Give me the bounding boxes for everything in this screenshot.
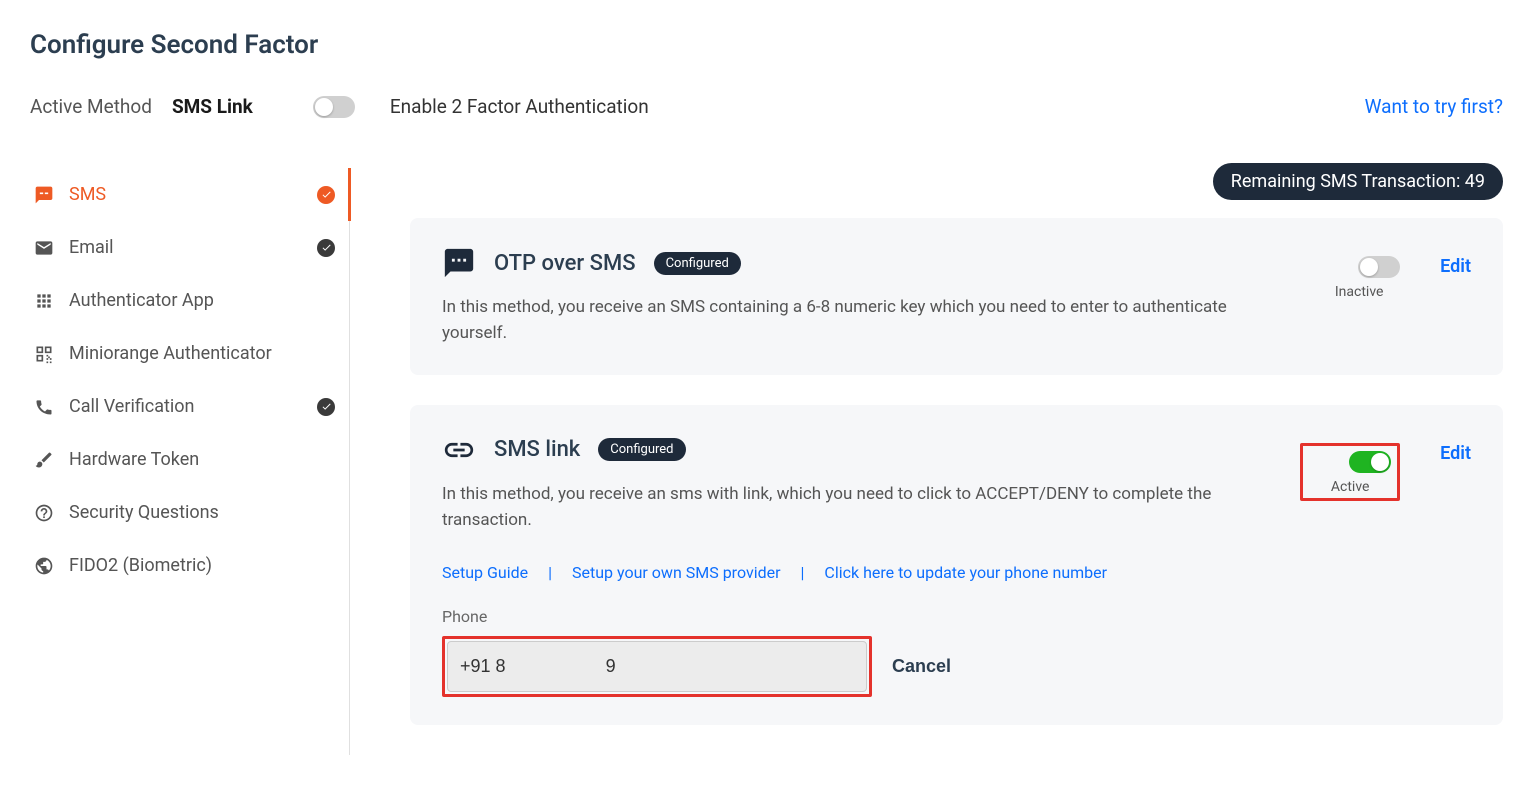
header-left: Active Method SMS Link Enable 2 Factor A… [30, 95, 649, 118]
sidebar-item-label: FIDO2 (Biometric) [69, 555, 335, 576]
configured-badge: Configured [598, 438, 685, 461]
check-badge-icon [317, 398, 335, 416]
remaining-sms-badge: Remaining SMS Transaction: 49 [1213, 163, 1503, 200]
phone-label: Phone [442, 607, 1471, 626]
sidebar-item-security-questions[interactable]: Security Questions [20, 486, 349, 539]
sms-icon [34, 185, 54, 205]
link-icon [442, 433, 476, 467]
otp-title: OTP over SMS [494, 251, 636, 276]
phone-input[interactable] [447, 641, 867, 692]
sidebar-item-label: Miniorange Authenticator [69, 343, 335, 364]
configured-badge: Configured [654, 252, 741, 275]
setup-guide-link[interactable]: Setup Guide [442, 563, 528, 582]
sidebar: SMS Email Authenticator App [20, 168, 350, 755]
check-badge-icon [317, 186, 335, 204]
sidebar-item-label: Authenticator App [69, 290, 335, 311]
page-title: Configure Second Factor [30, 30, 1503, 60]
otp-status-label: Inactive [1335, 284, 1384, 300]
otp-edit-link[interactable]: Edit [1440, 256, 1471, 277]
sms-link-card: SMS link Configured In this method, you … [410, 405, 1503, 726]
sidebar-item-label: Email [69, 237, 317, 258]
active-method-value: SMS Link [172, 95, 253, 118]
smslink-description: In this method, you receive an sms with … [442, 481, 1292, 534]
link-separator: | [801, 563, 805, 582]
enable-2fa-label: Enable 2 Factor Authentication [390, 95, 649, 118]
smslink-status-label: Active [1331, 479, 1370, 495]
sidebar-item-label: Hardware Token [69, 449, 335, 470]
otp-description: In this method, you receive an SMS conta… [442, 294, 1292, 347]
globe-icon [34, 556, 54, 576]
sidebar-item-sms[interactable]: SMS [20, 168, 349, 221]
check-badge-icon [317, 239, 335, 257]
grid-icon [34, 291, 54, 311]
want-to-try-link[interactable]: Want to try first? [1365, 95, 1503, 118]
header-bar: Active Method SMS Link Enable 2 Factor A… [30, 95, 1503, 118]
smslink-edit-link[interactable]: Edit [1440, 443, 1471, 464]
smslink-toggle-highlight: Active [1300, 443, 1400, 501]
update-phone-link[interactable]: Click here to update your phone number [824, 563, 1107, 582]
main-content: Remaining SMS Transaction: 49 OTP over S… [350, 168, 1503, 755]
toggle-knob [1360, 258, 1378, 276]
link-separator: | [548, 563, 552, 582]
phone-input-highlight [442, 636, 872, 697]
enable-2fa-toggle[interactable] [313, 96, 355, 118]
otp-active-toggle[interactable] [1358, 256, 1400, 278]
smslink-active-toggle[interactable] [1349, 451, 1391, 473]
sidebar-item-miniorange-authenticator[interactable]: Miniorange Authenticator [20, 327, 349, 380]
otp-over-sms-card: OTP over SMS Configured In this method, … [410, 218, 1503, 375]
sidebar-item-authenticator-app[interactable]: Authenticator App [20, 274, 349, 327]
smslink-links-row: Setup Guide | Setup your own SMS provide… [442, 563, 1471, 582]
sidebar-item-label: SMS [69, 184, 317, 205]
sidebar-item-email[interactable]: Email [20, 221, 349, 274]
toggle-knob [315, 98, 333, 116]
question-icon [34, 503, 54, 523]
smslink-title: SMS link [494, 437, 580, 462]
sidebar-item-label: Security Questions [69, 502, 335, 523]
qr-icon [34, 344, 54, 364]
cancel-button[interactable]: Cancel [892, 656, 951, 677]
toggle-knob [1371, 453, 1389, 471]
sidebar-item-label: Call Verification [69, 396, 317, 417]
sidebar-item-fido2[interactable]: FIDO2 (Biometric) [20, 539, 349, 592]
sidebar-item-call-verification[interactable]: Call Verification [20, 380, 349, 433]
phone-icon [34, 397, 54, 417]
own-provider-link[interactable]: Setup your own SMS provider [572, 563, 781, 582]
email-icon [34, 238, 54, 258]
key-icon [34, 450, 54, 470]
sms-bubble-icon [442, 246, 476, 280]
sidebar-item-hardware-token[interactable]: Hardware Token [20, 433, 349, 486]
active-method-label: Active Method [30, 95, 152, 118]
